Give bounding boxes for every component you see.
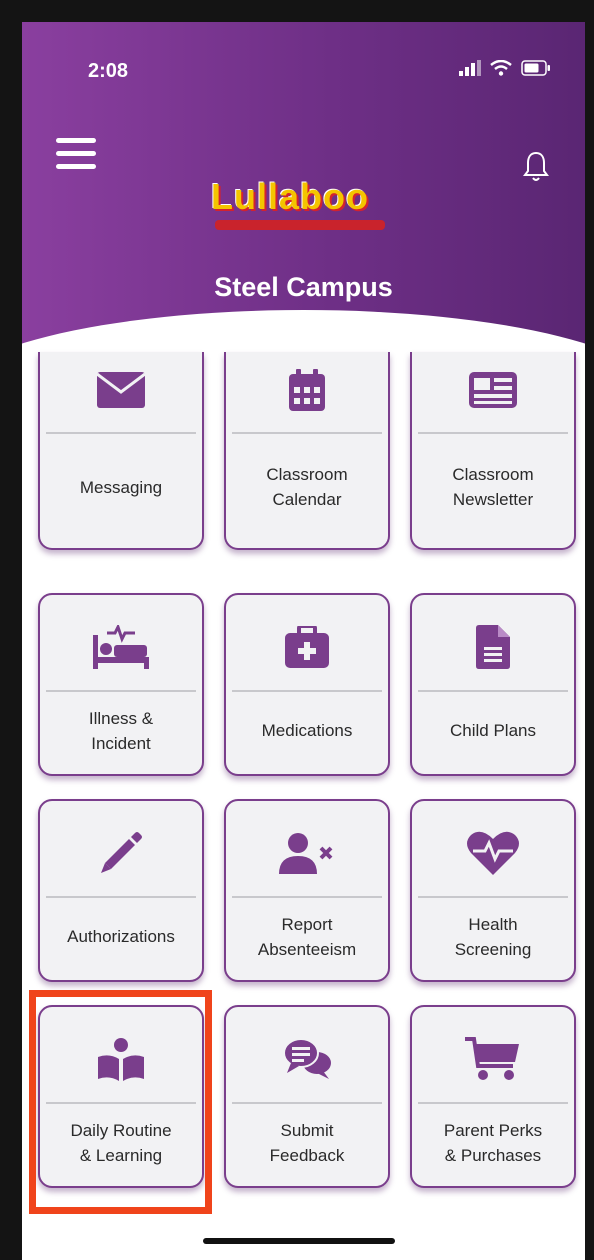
tile-messaging[interactable]: Messaging [38, 352, 204, 550]
cart-icon [465, 1037, 519, 1080]
document-icon [476, 625, 510, 669]
medical-kit-icon [285, 626, 329, 668]
status-icons [459, 60, 551, 76]
calendar-icon [289, 369, 325, 411]
tile-report-absenteeism[interactable]: Report Absenteeism [224, 799, 390, 982]
tile-classroom-calendar[interactable]: Classroom Calendar [224, 352, 390, 550]
header-banner: 2:08 Lullaboo Steel Campus [22, 22, 585, 382]
tile-label: Child Plans [450, 721, 536, 741]
tile-submit-feedback[interactable]: Submit Feedback [224, 1005, 390, 1188]
tile-label: Parent Perks & Purchases [443, 1120, 543, 1165]
tile-medications[interactable]: Medications [224, 593, 390, 776]
tile-daily-routine-learning[interactable]: Daily Routine & Learning [38, 1005, 204, 1188]
campus-title: Steel Campus [214, 272, 393, 302]
signal-icon [459, 60, 481, 76]
tile-label: Medications [261, 721, 353, 741]
home-indicator[interactable] [203, 1238, 395, 1244]
envelope-icon [97, 372, 145, 408]
battery-icon [521, 60, 550, 76]
lullaboo-logo: Lullaboo [205, 168, 395, 238]
pencil-icon [101, 832, 142, 873]
phone-screen: 2:08 Lullaboo Steel Campus Messaging Cla… [22, 22, 585, 1260]
chat-icon [283, 1038, 331, 1079]
tile-label: Messaging [79, 477, 163, 497]
tile-parent-perks-purchases[interactable]: Parent Perks & Purchases [410, 1005, 576, 1188]
user-remove-icon [279, 833, 333, 874]
tile-label: Classroom Calendar [266, 465, 348, 509]
menu-icon[interactable] [56, 138, 96, 170]
tile-label: Classroom Newsletter [452, 465, 534, 509]
tile-label: Submit Feedback [269, 1120, 345, 1165]
tile-label: Report Absenteeism [257, 914, 357, 959]
reading-icon [98, 1038, 144, 1081]
status-time: 2:08 [88, 60, 129, 82]
bell-icon[interactable] [523, 150, 549, 184]
heartbeat-icon [467, 831, 519, 875]
bed-heartbeat-icon [93, 625, 149, 669]
tile-label: Daily Routine & Learning [70, 1120, 172, 1165]
tile-authorizations[interactable]: Authorizations [38, 799, 204, 982]
tile-label: Authorizations [67, 927, 175, 947]
tile-child-plans[interactable]: Child Plans [410, 593, 576, 776]
tile-classroom-newsletter[interactable]: Classroom Newsletter [410, 352, 576, 550]
newsletter-icon [469, 372, 517, 408]
wifi-icon [490, 60, 512, 76]
tile-label: Health Screening [454, 914, 532, 959]
tile-label: Illness & Incident [88, 708, 154, 753]
tile-health-screening[interactable]: Health Screening [410, 799, 576, 982]
tile-illness-incident[interactable]: Illness & Incident [38, 593, 204, 776]
